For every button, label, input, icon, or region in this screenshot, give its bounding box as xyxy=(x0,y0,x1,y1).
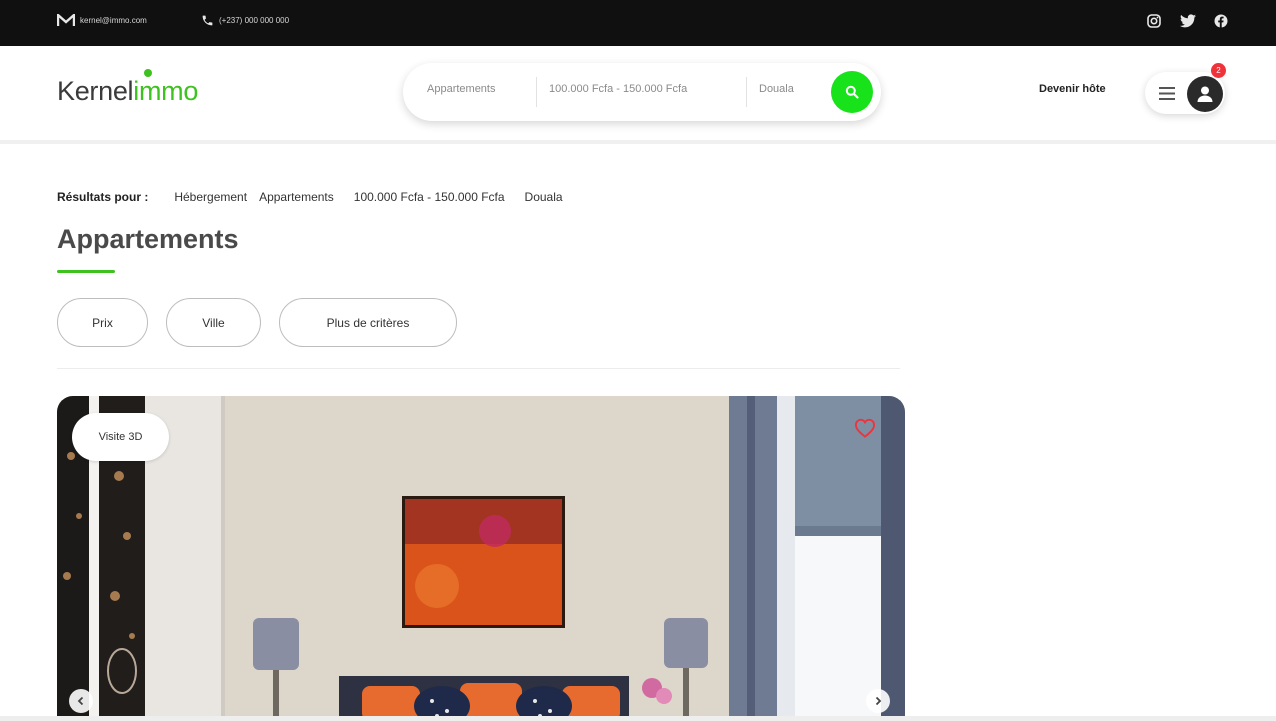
become-host-link[interactable]: Devenir hôte xyxy=(1039,83,1106,95)
listing-photo[interactable] xyxy=(57,396,905,721)
results-crumb: Douala xyxy=(524,190,563,204)
search-type-field[interactable]: Appartements xyxy=(427,83,495,95)
logo[interactable]: Kernelimmo xyxy=(57,69,199,107)
user-menu-button[interactable]: 2 xyxy=(1145,63,1226,114)
listing-card[interactable]: Visite 3D xyxy=(57,396,905,721)
instagram-icon[interactable] xyxy=(1147,14,1161,33)
search-city-field[interactable]: Douala xyxy=(759,83,794,95)
phone-contact[interactable]: (+237) 000 000 000 xyxy=(201,14,289,27)
email-contact[interactable]: kernel@immo.com xyxy=(57,14,147,27)
notification-badge: 2 xyxy=(1211,63,1226,78)
search-separator xyxy=(536,77,537,107)
results-crumb: 100.000 Fcfa - 150.000 Fcfa xyxy=(353,190,505,204)
search-bar: Appartements 100.000 Fcfa - 150.000 Fcfa… xyxy=(403,63,881,121)
main-header: Kernelimmo Appartements 100.000 Fcfa - 1… xyxy=(0,46,1276,144)
logo-dot xyxy=(144,69,152,77)
search-icon xyxy=(845,85,859,99)
phone-icon xyxy=(202,15,213,26)
user-icon xyxy=(1197,86,1213,102)
logo-text-immo: immo xyxy=(133,76,199,106)
mail-icon xyxy=(57,14,75,26)
chevron-right-icon xyxy=(875,696,882,706)
divider xyxy=(57,368,900,369)
results-crumb: Appartements xyxy=(259,190,334,204)
filter-more-criteria-button[interactable]: Plus de critères xyxy=(279,298,457,347)
facebook-icon[interactable] xyxy=(1214,14,1228,33)
results-crumb: Hébergement xyxy=(174,190,248,204)
next-image-button[interactable] xyxy=(866,689,890,713)
search-price-field[interactable]: 100.000 Fcfa - 150.000 Fcfa xyxy=(549,83,687,95)
hamburger-icon xyxy=(1159,87,1175,100)
chevron-left-icon xyxy=(77,696,84,706)
avatar[interactable] xyxy=(1187,76,1223,112)
search-separator xyxy=(746,77,747,107)
twitter-icon[interactable] xyxy=(1180,14,1196,33)
filter-city-button[interactable]: Ville xyxy=(166,298,261,347)
results-label: Résultats pour : xyxy=(57,190,149,204)
page-title: Appartements xyxy=(57,224,239,254)
visite-3d-badge[interactable]: Visite 3D xyxy=(72,413,169,461)
bottom-border xyxy=(0,716,1276,721)
email-text: kernel@immo.com xyxy=(80,16,147,25)
heart-icon[interactable] xyxy=(854,418,876,443)
search-button[interactable] xyxy=(831,71,873,113)
phone-text: (+237) 000 000 000 xyxy=(219,16,290,25)
title-underline xyxy=(57,270,115,273)
page: kernel@immo.com (+237) 000 000 000 Kerne… xyxy=(0,0,1276,721)
filter-price-button[interactable]: Prix xyxy=(57,298,148,347)
logo-text-kernel: Kernel xyxy=(57,76,134,106)
results-breadcrumb: Résultats pour : Hébergement Appartement… xyxy=(57,190,575,204)
top-bar: kernel@immo.com (+237) 000 000 000 xyxy=(0,0,1276,46)
previous-image-button[interactable] xyxy=(69,689,93,713)
